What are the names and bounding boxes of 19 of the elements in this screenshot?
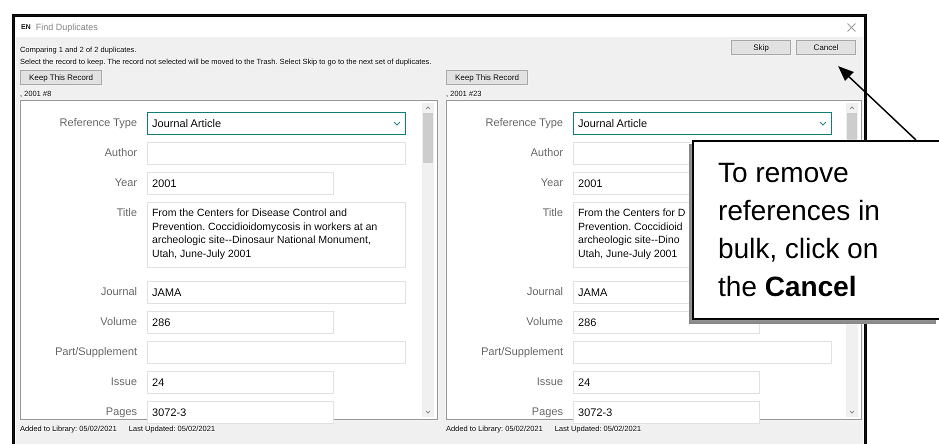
field-label: Part/Supplement [480,345,563,358]
field-label: Part/Supplement [54,345,137,358]
field-label: Pages [530,405,563,418]
field-label: Year [540,176,563,189]
field-label: Volume [99,315,137,328]
window-title: Find Duplicates [36,22,99,32]
field-label: Pages [104,405,137,418]
field-label: Year [114,176,137,189]
field-label: Author [530,146,563,159]
field-label: Reference Type [58,116,137,129]
field-label: Journal [100,285,137,298]
field-label: Title [542,206,563,219]
field-label: Title [116,206,137,219]
field-label: Author [104,146,137,159]
field-label: Journal [526,285,563,298]
field-label: Issue [110,375,137,388]
field-label: Reference Type [484,116,563,129]
field-label: Volume [525,315,563,328]
field-label: Issue [536,375,563,388]
